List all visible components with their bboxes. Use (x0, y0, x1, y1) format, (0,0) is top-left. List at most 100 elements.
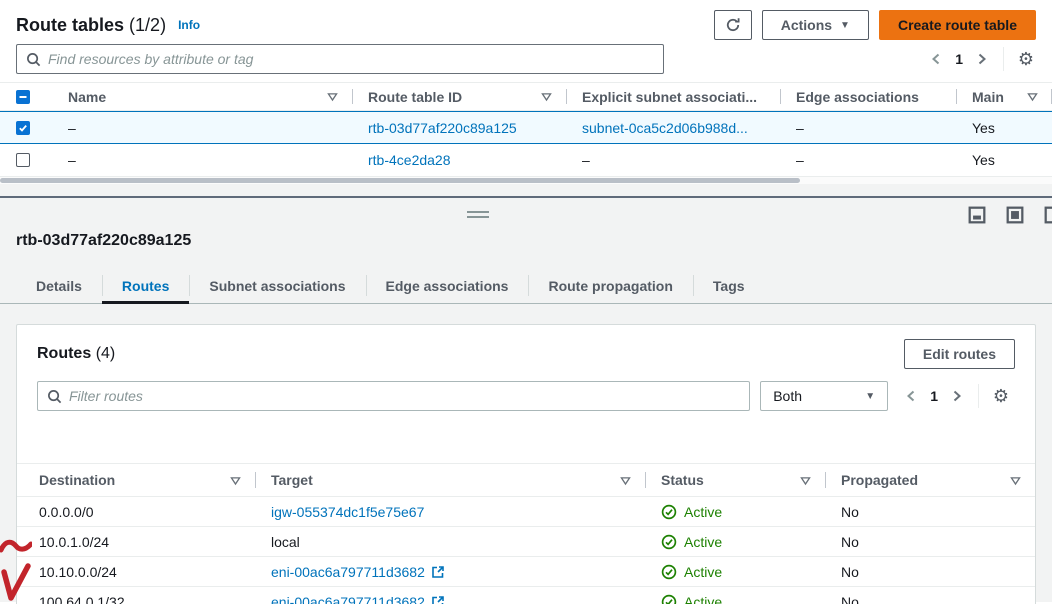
chevron-left-icon[interactable] (923, 46, 949, 72)
table-row[interactable]: – rtb-03d77af220c89a125 subnet-0ca5c2d06… (0, 111, 1052, 144)
routes-card: Routes (4) Edit routes Both ▼ (16, 324, 1036, 604)
column-header-explicit-subnet[interactable]: Explicit subnet associati... (566, 83, 780, 110)
column-header-route-table-id[interactable]: Route table ID (352, 83, 566, 110)
row-checkbox[interactable] (16, 153, 30, 167)
refresh-button[interactable] (714, 10, 752, 40)
actions-label: Actions (781, 17, 832, 33)
list-toolbar: 1 ⚙ (0, 44, 1052, 82)
chevron-right-icon[interactable] (944, 383, 970, 409)
propagated-value: No (841, 594, 859, 604)
column-header-status[interactable]: Status (645, 464, 825, 496)
status-active-icon (661, 534, 677, 550)
info-link[interactable]: Info (178, 18, 200, 32)
sort-icon[interactable] (800, 475, 811, 486)
chevron-left-icon[interactable] (898, 383, 924, 409)
panel-position-side-icon[interactable] (1044, 206, 1052, 224)
column-header-destination[interactable]: Destination (17, 464, 255, 496)
tab-edge-associations[interactable]: Edge associations (366, 268, 529, 303)
column-header-main[interactable]: Main (956, 83, 1052, 110)
route-table-id-link[interactable]: rtb-4ce2da28 (368, 152, 451, 168)
route-row: 10.0.1.0/24 local Active No (17, 527, 1035, 557)
column-header-propagated[interactable]: Propagated (825, 464, 1035, 496)
name-value: – (68, 152, 76, 168)
route-type-value: Both (773, 388, 802, 404)
page-title: Route tables (1/2) (16, 15, 166, 36)
filter-routes-input[interactable] (69, 388, 740, 404)
split-panel-drag-handle[interactable] (467, 211, 489, 221)
routes-filter[interactable] (37, 381, 750, 411)
create-route-table-button[interactable]: Create route table (879, 10, 1036, 40)
propagated-value: No (841, 504, 859, 520)
status-value: Active (684, 564, 722, 580)
column-header-target[interactable]: Target (255, 464, 645, 496)
sort-icon[interactable] (620, 475, 631, 486)
column-header-name[interactable]: Name (56, 83, 352, 110)
destination-value: 100.64.0.1/32 (39, 594, 125, 604)
search-icon (47, 389, 62, 404)
external-link-icon[interactable] (431, 565, 445, 579)
routes-filter-row: Both ▼ 1 ⚙ (17, 377, 1035, 423)
caret-down-icon: ▼ (840, 20, 850, 31)
tab-route-propagation[interactable]: Route propagation (528, 268, 692, 303)
row-checkbox[interactable] (16, 121, 30, 135)
table-row[interactable]: – rtb-4ce2da28 – – Yes (0, 144, 1052, 177)
propagated-value: No (841, 564, 859, 580)
routes-title: Routes (4) (37, 345, 115, 363)
tab-details[interactable]: Details (16, 268, 102, 303)
destination-value: 10.10.0.0/24 (39, 564, 117, 580)
target-link[interactable]: eni-00ac6a797711d3682 (271, 564, 425, 580)
sort-icon[interactable] (327, 91, 338, 102)
toolbar-divider (978, 384, 979, 408)
status-value: Active (684, 534, 722, 550)
search-icon (26, 52, 41, 67)
scrollbar-thumb[interactable] (0, 178, 800, 183)
route-row: 100.64.0.1/32 eni-00ac6a797711d3682 Acti… (17, 587, 1035, 604)
route-table-id-link[interactable]: rtb-03d77af220c89a125 (368, 120, 517, 136)
tab-subnet-associations[interactable]: Subnet associations (189, 268, 365, 303)
sort-icon[interactable] (541, 91, 552, 102)
routes-header-row: Destination Target Status Propagated (17, 463, 1035, 497)
routes-count: (4) (96, 345, 116, 362)
sort-icon[interactable] (1010, 475, 1021, 486)
routes-pagination: 1 (898, 383, 970, 409)
refresh-icon (725, 17, 741, 33)
page-number[interactable]: 1 (924, 388, 944, 404)
route-tables-section: Route tables (1/2) Info Actions ▼ Create… (0, 0, 1052, 196)
target-link[interactable]: igw-055374dc1f5e75e67 (271, 504, 424, 520)
tab-tags[interactable]: Tags (693, 268, 765, 303)
status-active-icon (661, 594, 677, 604)
status-value: Active (684, 504, 722, 520)
toolbar-divider (1003, 47, 1004, 71)
panel-position-bottom-icon[interactable] (968, 206, 986, 224)
horizontal-scrollbar (0, 177, 1052, 184)
tab-routes[interactable]: Routes (102, 268, 189, 303)
detail-tabs: Details Routes Subnet associations Edge … (0, 268, 1052, 304)
target-link[interactable]: eni-00ac6a797711d3682 (271, 594, 425, 604)
route-row: 0.0.0.0/0 igw-055374dc1f5e75e67 Active N… (17, 497, 1035, 527)
chevron-right-icon[interactable] (969, 46, 995, 72)
actions-button[interactable]: Actions ▼ (762, 10, 869, 40)
external-link-icon[interactable] (431, 595, 445, 604)
route-type-select[interactable]: Both ▼ (760, 381, 888, 411)
edge-value: – (796, 152, 804, 168)
edit-routes-button[interactable]: Edit routes (904, 339, 1015, 369)
column-header-edge-associations[interactable]: Edge associations (780, 83, 956, 110)
search-input[interactable] (48, 51, 654, 67)
main-value: Yes (972, 120, 995, 136)
resource-search[interactable] (16, 44, 664, 74)
routes-table: Destination Target Status Propagated 0.0 (17, 463, 1035, 604)
select-all-checkbox[interactable] (16, 90, 30, 104)
edge-value: – (796, 120, 804, 136)
caret-down-icon: ▼ (865, 391, 875, 402)
sort-icon[interactable] (1027, 91, 1038, 102)
panel-position-hide-icon[interactable] (1006, 206, 1024, 224)
route-tables-header-row: Name Route table ID Explicit subnet asso… (0, 82, 1052, 111)
gear-icon[interactable]: ⚙ (987, 382, 1015, 410)
page-number[interactable]: 1 (949, 51, 969, 67)
gear-icon[interactable]: ⚙ (1012, 45, 1040, 73)
subnet-link[interactable]: subnet-0ca5c2d06b988d... (582, 120, 748, 136)
sort-icon[interactable] (230, 475, 241, 486)
route-row: 10.10.0.0/24 eni-00ac6a797711d3682 Activ… (17, 557, 1035, 587)
propagated-value: No (841, 534, 859, 550)
name-value: – (68, 120, 76, 136)
